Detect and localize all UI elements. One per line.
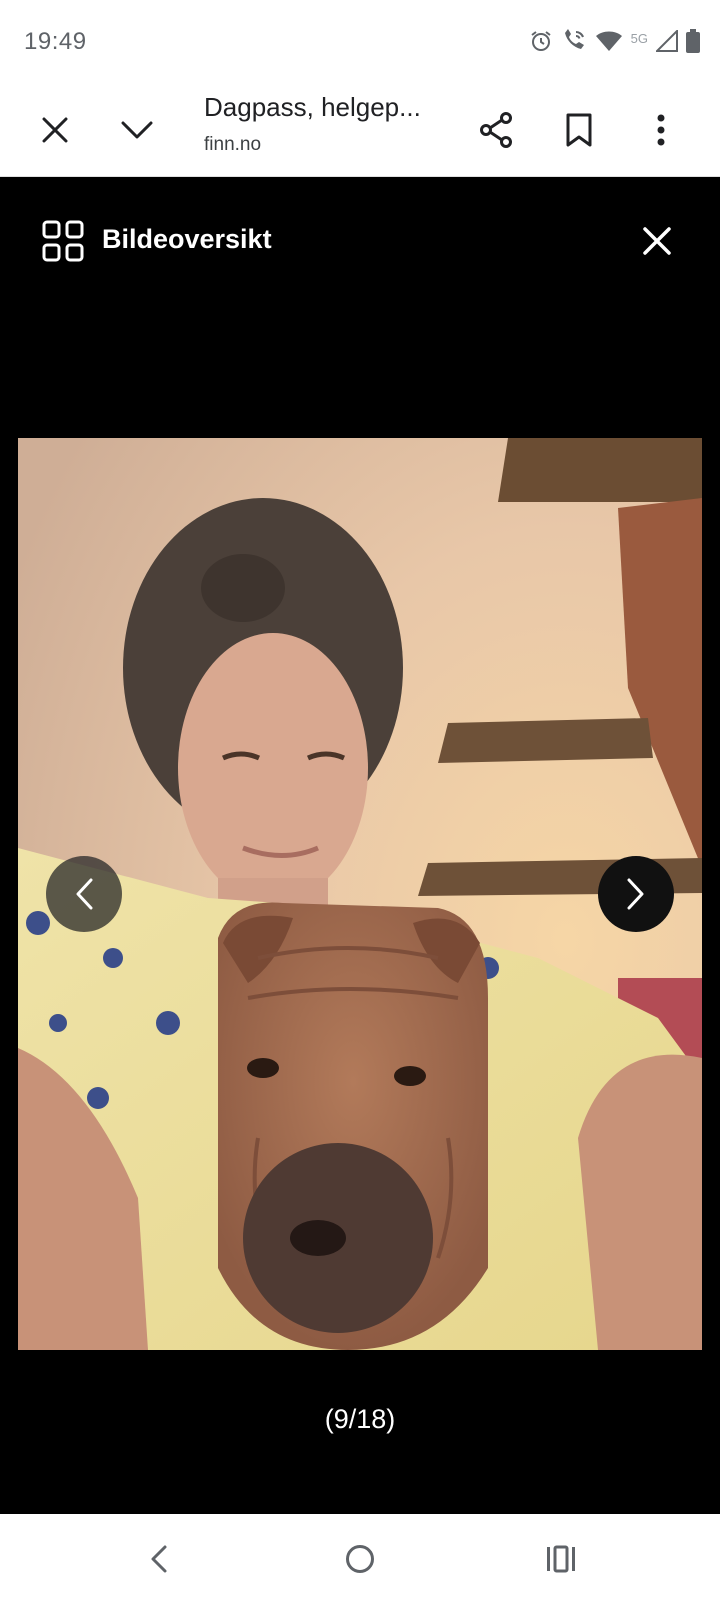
gallery-close-button[interactable] bbox=[632, 216, 682, 266]
page-title: Dagpass, helgep... bbox=[204, 92, 421, 122]
signal-icon bbox=[654, 28, 678, 57]
close-tab-button[interactable] bbox=[29, 104, 81, 156]
recents-icon bbox=[547, 1545, 575, 1573]
chevron-down-icon bbox=[121, 121, 153, 139]
chevron-left-icon bbox=[76, 878, 93, 910]
bookmark-button[interactable] bbox=[553, 104, 605, 156]
previous-image-button[interactable] bbox=[46, 856, 122, 932]
more-options-button[interactable] bbox=[635, 104, 687, 156]
back-icon bbox=[151, 1545, 167, 1573]
system-nav-bar bbox=[0, 1514, 720, 1600]
back-button[interactable] bbox=[134, 1534, 184, 1584]
alarm-icon bbox=[529, 29, 553, 58]
status-bar: 19:49 5G bbox=[0, 0, 720, 84]
battery-icon bbox=[686, 28, 700, 58]
minimize-button[interactable] bbox=[111, 104, 163, 156]
more-vert-icon bbox=[657, 114, 665, 146]
wifi-icon bbox=[595, 30, 623, 57]
image-counter: (9/18) bbox=[324, 1404, 396, 1434]
wifi-call-icon bbox=[561, 28, 587, 58]
recents-button[interactable] bbox=[536, 1534, 586, 1584]
gallery-title[interactable]: Bildeoversikt bbox=[102, 224, 272, 255]
home-button[interactable] bbox=[335, 1534, 385, 1584]
status-icons: 5G bbox=[529, 28, 700, 58]
share-icon bbox=[480, 112, 512, 148]
5g-icon: 5G bbox=[630, 30, 648, 46]
close-icon bbox=[643, 227, 671, 255]
page-url: finn.no bbox=[204, 134, 262, 155]
bookmark-icon bbox=[566, 113, 592, 147]
image-overview-button[interactable] bbox=[42, 220, 84, 267]
close-icon bbox=[42, 117, 68, 143]
home-icon bbox=[346, 1545, 374, 1573]
status-time: 19:49 bbox=[24, 28, 87, 55]
chevron-right-icon bbox=[627, 878, 644, 910]
gallery-header: Bildeoversikt bbox=[0, 176, 720, 276]
share-button[interactable] bbox=[470, 104, 522, 156]
next-image-button[interactable] bbox=[598, 856, 674, 932]
grid-icon bbox=[42, 220, 84, 262]
